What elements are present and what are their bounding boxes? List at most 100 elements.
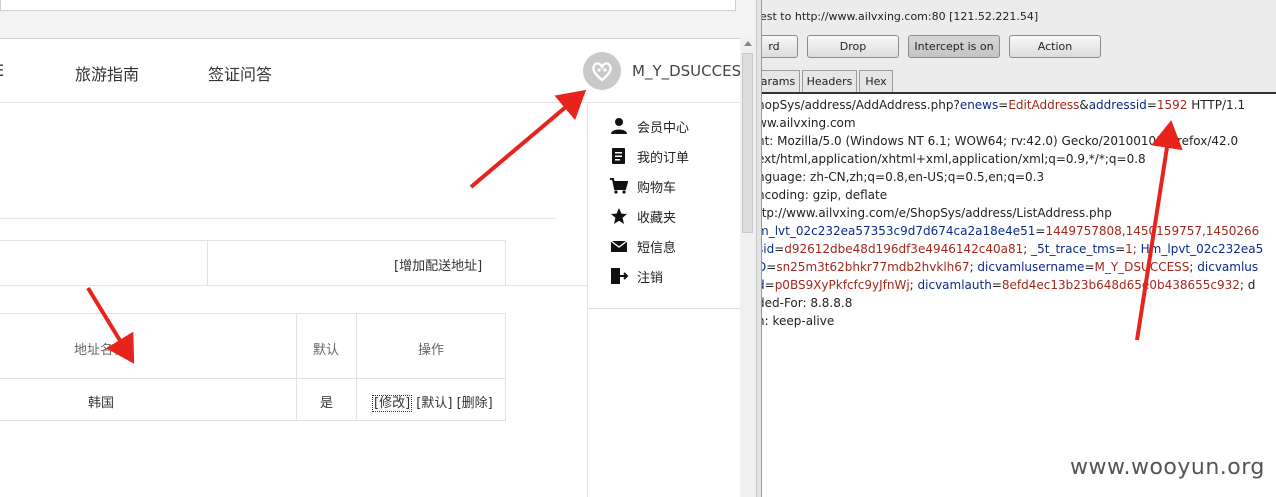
menu-item-label: 收藏夹 bbox=[637, 211, 677, 226]
table-cell-actions: [修改] [默认] [删除] bbox=[372, 392, 493, 412]
request-token: ncoding: gzip, deflate bbox=[762, 188, 888, 202]
request-line: D=sn25m3t62bhkr77mdb2hvklh67; dicvamluse… bbox=[762, 260, 1258, 274]
request-token: ; d bbox=[1239, 278, 1256, 292]
request-token: 8efd4ec13b23b648d65e0b438655c932 bbox=[1001, 278, 1240, 292]
request-line: hopSys/address/AddAddress.php?enews=Edit… bbox=[762, 98, 1245, 112]
request-token: ww.ailvxing.com bbox=[762, 116, 856, 130]
nav-item-travel-guide[interactable]: 旅游指南 bbox=[75, 61, 139, 85]
request-token: 1592 bbox=[1156, 98, 1188, 112]
username-label[interactable]: M_Y_DSUCCESS bbox=[632, 62, 751, 80]
table-row-divider bbox=[0, 378, 505, 379]
section-divider bbox=[0, 285, 587, 286]
table-cell-default: 是 bbox=[320, 396, 334, 411]
star-icon bbox=[611, 208, 627, 224]
request-token: sid bbox=[762, 242, 775, 256]
drop-button[interactable]: Drop bbox=[807, 35, 899, 58]
watermark-text: www.wooyun.org bbox=[1070, 455, 1265, 480]
request-token: m_lvt_02c232ea57353c9d7d674ca2a18e4e51 bbox=[762, 224, 1036, 238]
envelope-icon bbox=[610, 240, 628, 252]
action-button[interactable]: Action bbox=[1009, 35, 1101, 58]
nav-item-visa-qa[interactable]: 签证问答 bbox=[208, 61, 272, 85]
request-token: sn25m3t62bhkr77mdb2hvklh67 bbox=[776, 260, 970, 274]
request-token: = bbox=[1115, 242, 1126, 256]
request-line: sid=d92612dbe48d196df3e4946142c40a81; _5… bbox=[762, 242, 1263, 256]
proxy-pane: est to http://www.ailvxing.com:80 [121.5… bbox=[762, 0, 1276, 497]
request-token: = bbox=[766, 260, 777, 274]
table-col-divider bbox=[356, 314, 357, 420]
table-col-divider bbox=[296, 314, 297, 420]
request-token: n: keep-alive bbox=[762, 314, 835, 328]
cart-icon bbox=[610, 178, 628, 194]
box-divider bbox=[207, 241, 208, 285]
request-line: ext/html,application/xhtml+xml,applicati… bbox=[762, 152, 1146, 166]
request-editor[interactable]: hopSys/address/AddAddress.php?enews=Edit… bbox=[762, 94, 1276, 497]
request-line: ttp://www.ailvxing.com/e/ShopSys/address… bbox=[762, 206, 1112, 220]
request-token: nt: Mozilla/5.0 (Windows NT 6.1; WOW64; … bbox=[762, 134, 1239, 148]
request-token: _5t_trace_tms bbox=[1031, 242, 1116, 256]
order-list-icon bbox=[612, 148, 625, 164]
request-token: ; bbox=[909, 278, 918, 292]
request-token: & bbox=[1079, 98, 1089, 112]
request-token: enews bbox=[959, 98, 999, 112]
request-token: ttp://www.ailvxing.com/e/ShopSys/address… bbox=[762, 206, 1112, 220]
request-token: 1; bbox=[1125, 242, 1141, 256]
request-line: n: keep-alive bbox=[762, 314, 834, 328]
add-address-link[interactable]: [增加配送地址] bbox=[394, 255, 482, 274]
delete-address-link[interactable]: [删除] bbox=[457, 396, 493, 411]
scroll-up-icon[interactable] bbox=[744, 41, 752, 46]
set-default-link[interactable]: [默认] bbox=[416, 396, 452, 411]
request-token: HTTP/1.1 bbox=[1187, 98, 1246, 112]
menu-item-label: 会员中心 bbox=[637, 121, 690, 136]
request-token: 1449757808,1450159757,1450266 bbox=[1045, 224, 1260, 238]
menu-item-label: 注销 bbox=[637, 271, 664, 286]
browser-pane: E 旅游指南 签证问答 M_Y_DSUCCESS 会员中心 我的订单 购物车 收… bbox=[0, 0, 756, 497]
request-token: ext/html,application/xhtml+xml,applicati… bbox=[762, 152, 1146, 166]
request-line: nt: Mozilla/5.0 (Windows NT 6.1; WOW64; … bbox=[762, 134, 1238, 148]
logout-icon bbox=[611, 268, 628, 284]
request-token: = bbox=[991, 278, 1002, 292]
request-token: ; bbox=[1023, 242, 1032, 256]
request-token: dicvamlauth bbox=[917, 278, 992, 292]
request-line: m_lvt_02c232ea57353c9d7d674ca2a18e4e51=1… bbox=[762, 224, 1259, 238]
menu-item-label: 短信息 bbox=[637, 241, 677, 256]
request-line: ncoding: gzip, deflate bbox=[762, 188, 887, 202]
avatar[interactable] bbox=[583, 52, 621, 90]
tab-hex[interactable]: Hex bbox=[859, 70, 893, 92]
column-header-default: 默认 bbox=[313, 343, 340, 358]
tab-params[interactable]: arams bbox=[762, 70, 800, 92]
menu-item-label: 购物车 bbox=[637, 181, 677, 196]
request-token: = bbox=[1084, 260, 1095, 274]
user-menu: 会员中心 我的订单 购物车 收藏夹 短信息 注销 bbox=[587, 103, 740, 497]
request-token: = bbox=[774, 242, 785, 256]
column-header-actions: 操作 bbox=[418, 343, 445, 358]
request-token: addressid bbox=[1088, 98, 1147, 112]
column-header-address-name: 地址名称 bbox=[74, 343, 127, 358]
request-token: nguage: zh-CN,zh;q=0.8,en-US;q=0.5,en;q=… bbox=[762, 170, 1045, 184]
browser-toolbar bbox=[0, 0, 756, 39]
request-target-label: est to http://www.ailvxing.com:80 [121.5… bbox=[762, 10, 1039, 23]
section-divider bbox=[0, 218, 556, 219]
vertical-scrollbar[interactable] bbox=[740, 38, 756, 497]
menu-divider bbox=[588, 308, 740, 309]
intercept-toggle-button[interactable]: Intercept is on bbox=[908, 35, 1000, 58]
request-token: ded-For: 8.8.8.8 bbox=[762, 296, 853, 310]
table-cell-address-name: 韩国 bbox=[88, 396, 115, 411]
request-token: = bbox=[998, 98, 1009, 112]
request-token: = bbox=[1146, 98, 1157, 112]
request-line: d=p0BS9XyPkfcfc9yJfnWj; dicvamlauth=8efd… bbox=[762, 278, 1255, 292]
request-token: EditAddress bbox=[1008, 98, 1080, 112]
scrollbar-thumb[interactable] bbox=[742, 53, 753, 233]
edit-address-link[interactable]: [修改] bbox=[372, 395, 413, 412]
forward-button[interactable]: rd bbox=[762, 35, 798, 58]
request-line: ww.ailvxing.com bbox=[762, 116, 856, 130]
address-bar[interactable] bbox=[0, 0, 736, 11]
request-token: p0BS9XyPkfcfc9yJfnWj bbox=[774, 278, 910, 292]
request-token: M_Y_DSUCCESS bbox=[1094, 260, 1190, 274]
tab-headers[interactable]: Headers bbox=[802, 70, 857, 92]
request-line: nguage: zh-CN,zh;q=0.8,en-US;q=0.5,en;q=… bbox=[762, 170, 1044, 184]
request-token: Hm_lpvt_02c232ea5 bbox=[1140, 242, 1264, 256]
person-icon bbox=[611, 118, 627, 134]
request-token: dicvamlusername bbox=[977, 260, 1085, 274]
nav-item-partial[interactable]: E bbox=[0, 61, 4, 80]
request-token: = bbox=[764, 278, 775, 292]
